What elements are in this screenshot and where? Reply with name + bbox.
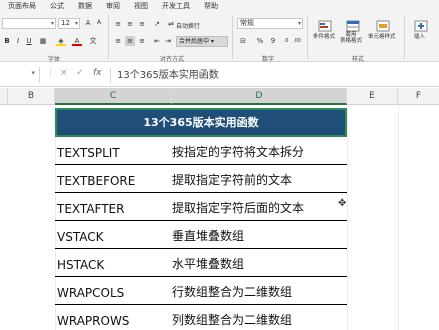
table-row[interactable]: WRAPROWS 列数组整合为二维数组 bbox=[55, 305, 347, 330]
tab-help[interactable]: 帮助 bbox=[204, 1, 218, 11]
tab-data[interactable]: 数据 bbox=[78, 1, 92, 11]
cancel-icon[interactable]: × bbox=[60, 68, 68, 78]
table-row[interactable]: HSTACK 水平堆叠数组 bbox=[55, 249, 347, 277]
wrap-text-icon[interactable]: ⇌ bbox=[166, 19, 176, 29]
table-row[interactable]: TEXTAFTER 提取指定字符后面的文本 bbox=[55, 193, 347, 221]
column-header-b[interactable]: B bbox=[8, 88, 55, 105]
group-style-label: 样式 bbox=[352, 56, 365, 63]
function-name-cell[interactable]: HSTACK bbox=[57, 258, 104, 272]
gridline bbox=[347, 106, 348, 330]
divider bbox=[307, 15, 308, 59]
tab-developer[interactable]: 开发工具 bbox=[162, 1, 190, 11]
column-header-f[interactable]: F bbox=[398, 88, 439, 105]
insert-function-icon[interactable]: fx bbox=[93, 68, 102, 78]
function-desc-cell[interactable]: 按指定的字符将文本拆分 bbox=[172, 143, 304, 160]
wrap-text-label[interactable]: 自动换行 bbox=[176, 21, 200, 30]
decrease-decimal-icon[interactable]: .00 bbox=[292, 36, 302, 46]
table-row[interactable]: WRAPCOLS 行数组整合为二维数组 bbox=[55, 277, 347, 305]
more-options-icon: ⋮ bbox=[46, 68, 55, 78]
italic-button[interactable]: I bbox=[13, 36, 23, 46]
column-header-e[interactable]: E bbox=[347, 88, 398, 105]
comma-style-button[interactable]: 9 bbox=[268, 36, 278, 46]
merge-center-button[interactable]: 合并后居中 ▾ bbox=[176, 36, 228, 47]
cell-style-icon[interactable] bbox=[376, 17, 390, 32]
function-desc-cell[interactable]: 提取指定字符前的文本 bbox=[172, 171, 292, 188]
function-desc-cell[interactable]: 水平堆叠数组 bbox=[172, 255, 244, 272]
tab-page-layout[interactable]: 页面布局 bbox=[8, 1, 36, 11]
function-desc-cell[interactable]: 垂直堆叠数组 bbox=[172, 227, 244, 244]
cell-style-button[interactable]: 单元格样式 bbox=[368, 32, 396, 40]
fill-color-icon[interactable]: ◈ bbox=[56, 36, 66, 46]
menu-bar: 页面布局 公式 数据 审阅 视图 开发工具 帮助 bbox=[0, 0, 439, 12]
group-align-label: 对齐方式 bbox=[160, 56, 185, 63]
increase-font-icon[interactable]: A bbox=[83, 18, 93, 28]
confirm-icon[interactable]: ✓ bbox=[76, 68, 84, 78]
function-name-cell[interactable]: WRAPCOLS bbox=[57, 286, 124, 300]
function-desc-cell[interactable]: 列数组整合为二维数组 bbox=[172, 311, 292, 328]
name-box[interactable]: ▾ bbox=[0, 67, 40, 83]
function-desc-cell[interactable]: 行数组整合为二维数组 bbox=[172, 283, 292, 300]
column-header-d[interactable]: D bbox=[172, 88, 347, 105]
chevron-down-icon: ▾ bbox=[74, 20, 78, 27]
insert-button[interactable]: 插入 bbox=[414, 32, 425, 40]
divider bbox=[404, 15, 405, 59]
insert-cells-icon[interactable] bbox=[414, 17, 428, 32]
column-headers: B C D E F bbox=[0, 88, 439, 105]
conditional-format-button[interactable]: 条件格式 bbox=[313, 32, 335, 40]
tab-formulas[interactable]: 公式 bbox=[50, 1, 64, 11]
align-left-icon[interactable]: ≡ bbox=[113, 36, 123, 46]
table-row[interactable]: TEXTSPLIT 按指定的字符将文本拆分 bbox=[55, 137, 347, 165]
phonetic-icon[interactable]: 文 bbox=[88, 36, 98, 46]
align-top-icon[interactable]: ≡ bbox=[113, 19, 123, 29]
borders-icon[interactable]: ▦ bbox=[38, 36, 48, 46]
function-name-cell[interactable]: WRAPROWS bbox=[57, 314, 129, 328]
decrease-indent-icon[interactable]: ⇤ bbox=[152, 36, 162, 46]
number-format-combo[interactable]: 常规 ▾ bbox=[237, 18, 303, 29]
ribbon: ▾ 12 ▾ A A B I U ▦ ◈ A 文 字体 ≡ ≡ ≡ ↗ ⇌ 自动换… bbox=[0, 12, 439, 63]
title-cell[interactable]: 13个365版本实用函数 bbox=[55, 108, 347, 137]
align-middle-icon[interactable]: ≡ bbox=[125, 19, 135, 29]
decrease-font-icon[interactable]: A bbox=[94, 18, 104, 28]
group-number-label: 数字 bbox=[262, 56, 275, 63]
table-format-button[interactable]: 套用 表格格式 bbox=[340, 32, 362, 44]
increase-indent-icon[interactable]: ⇥ bbox=[163, 36, 173, 46]
tab-review[interactable]: 审阅 bbox=[106, 1, 120, 11]
chevron-down-icon: ▾ bbox=[31, 69, 35, 77]
underline-button[interactable]: U bbox=[24, 36, 34, 46]
gridline bbox=[398, 106, 399, 330]
align-right-icon[interactable]: ≡ bbox=[137, 36, 147, 46]
table-format-icon[interactable] bbox=[346, 17, 360, 32]
sheet-grid[interactable]: 13个365版本实用函数 TEXTSPLIT 按指定的字符将文本拆分 TEXTB… bbox=[0, 106, 439, 330]
percent-button[interactable]: % bbox=[255, 36, 265, 46]
increase-decimal-icon[interactable]: .0 bbox=[281, 36, 291, 46]
chevron-down-icon: ▾ bbox=[50, 20, 54, 27]
function-desc-cell[interactable]: 提取指定字符后面的文本 bbox=[172, 199, 304, 216]
column-header-c[interactable]: C bbox=[55, 88, 172, 105]
divider bbox=[108, 15, 109, 59]
conditional-format-icon[interactable] bbox=[318, 17, 332, 32]
font-size-combo[interactable]: 12 ▾ bbox=[58, 18, 80, 29]
function-name-cell[interactable]: VSTACK bbox=[57, 230, 103, 244]
divider bbox=[232, 15, 233, 59]
orientation-icon[interactable]: ↗ bbox=[152, 19, 162, 29]
function-name-cell[interactable]: TEXTAFTER bbox=[57, 202, 124, 216]
table-row[interactable]: VSTACK 垂直堆叠数组 bbox=[55, 221, 347, 249]
group-font-label: 字体 bbox=[48, 56, 61, 63]
align-center-icon[interactable]: ≡ bbox=[125, 36, 135, 46]
accounting-icon[interactable]: ⊟ bbox=[238, 36, 248, 46]
font-name-combo[interactable]: ▾ bbox=[2, 18, 56, 29]
function-name-cell[interactable]: TEXTBEFORE bbox=[57, 174, 135, 188]
function-name-cell[interactable]: TEXTSPLIT bbox=[57, 146, 120, 160]
formula-input[interactable]: 13个365版本实用函数 bbox=[110, 68, 435, 83]
formula-bar: ▾ ⋮ × ✓ fx 13个365版本实用函数 bbox=[0, 63, 439, 87]
tab-view[interactable]: 视图 bbox=[134, 1, 148, 11]
chevron-down-icon: ▾ bbox=[297, 20, 301, 27]
move-cursor-icon: ✥ bbox=[338, 198, 347, 209]
column-header-corner[interactable] bbox=[0, 88, 8, 105]
table-row[interactable]: TEXTBEFORE 提取指定字符前的文本 bbox=[55, 165, 347, 193]
align-bottom-icon[interactable]: ≡ bbox=[137, 19, 147, 29]
bold-button[interactable]: B bbox=[2, 36, 12, 46]
font-color-icon[interactable]: A bbox=[72, 36, 82, 46]
